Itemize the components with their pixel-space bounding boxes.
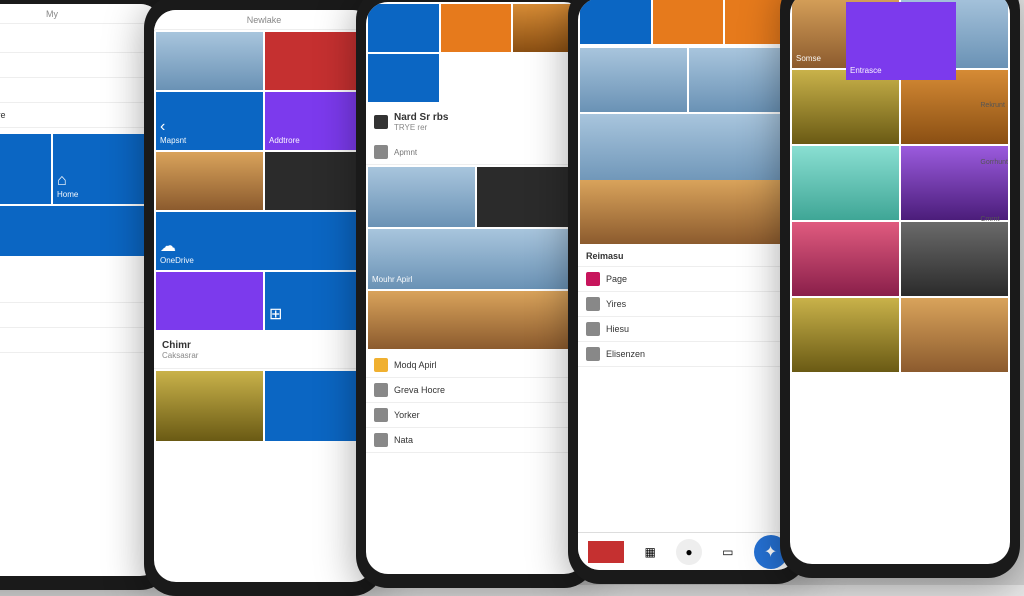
photo-tile[interactable] (156, 371, 263, 441)
list-item[interactable]: Elisenzen (578, 342, 798, 367)
nav-icon[interactable]: ▭ (715, 539, 741, 565)
phone3-card[interactable]: Nard Sr rbs TRYE rer (366, 104, 586, 140)
list-item[interactable]: Addwhre (0, 103, 162, 128)
photo-tile[interactable]: Mouhr Apirl (368, 229, 584, 289)
list-item[interactable]: Love (0, 303, 162, 328)
list-item[interactable]: Hiesu (578, 317, 798, 342)
plus-icon: ✦ (764, 542, 777, 562)
cloud-icon: ☁ (160, 238, 368, 256)
phone-4: Reimasu Page Yires Hiesu Elisenzen ▦ ● ▭… (568, 0, 808, 584)
house-icon: ⌂ (57, 172, 156, 190)
maps-tile[interactable]: ‹ Mapsnt (156, 92, 263, 150)
phone2-bottom-grid (154, 369, 374, 443)
phone-showcase: My Order Twice Profile Addwhre ☁ OneDriv… (0, 0, 1020, 580)
phone4-card[interactable]: Reimasu (578, 246, 798, 267)
photo-tile[interactable] (368, 291, 584, 349)
list-item[interactable]: Twice (0, 53, 162, 78)
photo-tile[interactable] (580, 180, 796, 244)
phone3-mid-grid: Mouhr Apirl (366, 165, 586, 353)
app-tile[interactable] (368, 54, 439, 102)
phone3-bottom-list: Modq Apirl Greva Hocre Yorker Nata (366, 353, 586, 453)
onedrive-tile[interactable]: ☁ OneDrive (0, 134, 51, 204)
nav-icon[interactable]: ▦ (637, 539, 663, 565)
photo-tile[interactable] (901, 298, 1008, 372)
phone2-header: Newlake (154, 10, 374, 30)
phone4-photo-grid (578, 46, 798, 246)
overlay-tile[interactable]: Entrasce (846, 2, 956, 80)
list-item[interactable]: Order (0, 28, 162, 53)
app-tile[interactable] (441, 4, 512, 52)
photo-tile[interactable] (792, 146, 899, 220)
phone-2: Newlake ‹ Mapsnt Addtrore ☁ OneDrive (144, 0, 384, 596)
app-tile[interactable] (368, 4, 439, 52)
list-item[interactable]: Yires (578, 292, 798, 317)
app-tile[interactable] (156, 272, 263, 330)
photo-tile[interactable] (792, 298, 899, 372)
list-item[interactable]: Interior (0, 278, 162, 303)
chevron-left-icon: ‹ (160, 118, 259, 136)
list-item[interactable]: More (0, 328, 162, 353)
list-item[interactable]: Yorker (366, 403, 586, 428)
photo-tile[interactable] (156, 32, 263, 90)
phone2-tile-grid: ‹ Mapsnt Addtrore ☁ OneDrive ⊞ (154, 30, 374, 332)
phone5-photo-grid: Somse (790, 0, 1010, 564)
onedrive-tile[interactable]: ☁ OneDrive (156, 212, 372, 270)
phone3-top-grid (366, 2, 586, 104)
phone1-top-list: Order Twice Profile Addwhre (0, 24, 162, 132)
nav-tile[interactable] (588, 541, 624, 563)
phone-3: Nard Sr rbs TRYE rer Apmnt Mouhr Apirl M… (356, 0, 596, 588)
nav-home-icon[interactable]: ● (676, 539, 702, 565)
phone4-bottom-nav: ▦ ● ▭ ✦ (578, 532, 798, 570)
photo-tile[interactable] (368, 167, 475, 227)
app-tile[interactable] (653, 0, 724, 44)
photo-tile[interactable] (792, 222, 899, 296)
window-icon: ⊞ (269, 306, 368, 324)
list-item[interactable]: Profile (0, 78, 162, 103)
photo-tile[interactable] (901, 222, 1008, 296)
list-item[interactable]: Nata (366, 428, 586, 453)
list-item[interactable]: Modq Apirl (366, 353, 586, 378)
phone2-card[interactable]: Chimr Caksasrar (154, 332, 374, 369)
photo-tile[interactable] (580, 48, 687, 112)
phone4-top-grid (578, 0, 798, 46)
phone4-list: Page Yires Hiesu Elisenzen (578, 267, 798, 367)
phone1-tile-grid: ☁ OneDrive ⌂ Home User (0, 132, 162, 278)
photo-tile[interactable] (580, 114, 796, 188)
phone-5: Entrasce Somse Rekrunt Gorrhunt Cmrnt (780, 0, 1020, 578)
list-item[interactable]: Apmnt (366, 140, 586, 165)
phone5-side-labels: Rekrunt Gorrhunt Cmrnt (980, 102, 1008, 223)
phone1-header: My (0, 4, 162, 24)
app-tile[interactable] (580, 0, 651, 44)
cloud-icon: ☁ (0, 172, 47, 190)
phone1-bottom-list: Interior Love More (0, 278, 162, 353)
user-tile[interactable]: User (0, 206, 160, 256)
photo-tile[interactable] (156, 152, 263, 210)
list-item[interactable]: Page (578, 267, 798, 292)
list-item[interactable]: Greva Hocre (366, 378, 586, 403)
photo-tile[interactable] (792, 70, 899, 144)
